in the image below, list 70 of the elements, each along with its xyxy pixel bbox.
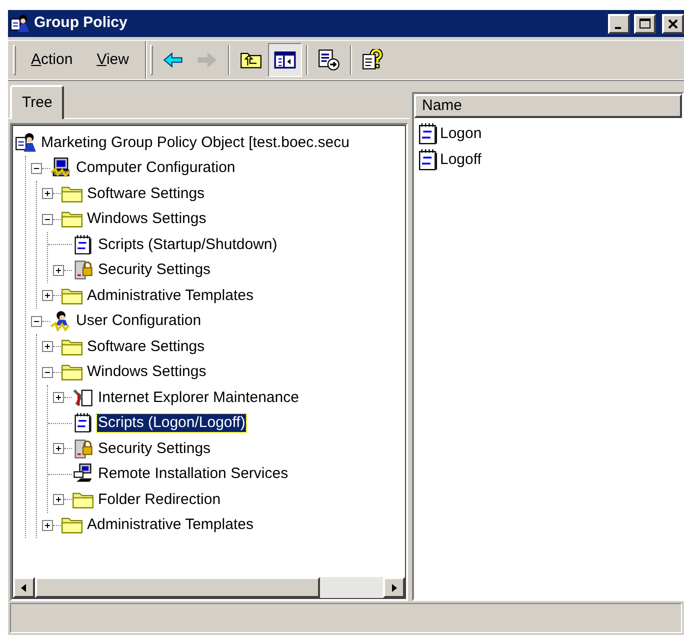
tree-item[interactable]: Windows Settings	[86, 363, 208, 382]
tree-item[interactable]: Administrative Templates	[86, 286, 254, 305]
scroll-thumb[interactable]	[35, 577, 320, 598]
expand-toggle[interactable]	[42, 290, 53, 302]
left-arrow-icon	[20, 582, 28, 592]
expand-toggle[interactable]	[42, 520, 53, 531]
help-icon	[362, 49, 384, 71]
notepad-icon	[416, 122, 440, 146]
expand-toggle[interactable]	[53, 443, 64, 454]
expand-toggle[interactable]	[53, 392, 64, 404]
minimize-icon	[614, 26, 620, 28]
tree-item[interactable]: User Configuration	[75, 312, 202, 330]
plus-icon	[55, 266, 62, 274]
tree-item[interactable]: Scripts (Startup/Shutdown)	[97, 236, 278, 254]
right-arrow-icon	[390, 582, 398, 592]
tree-item[interactable]: Computer Configuration	[75, 159, 236, 178]
tree-item[interactable]: Administrative Templates	[86, 516, 254, 534]
scroll-left-button[interactable]	[13, 577, 35, 598]
scroll-right-button[interactable]	[383, 577, 405, 598]
collapse-toggle[interactable]	[31, 316, 42, 327]
policy-person-icon	[10, 14, 30, 34]
expand-toggle[interactable]	[42, 188, 53, 200]
plus-icon	[55, 445, 62, 452]
tree-item[interactable]: Software Settings	[86, 184, 206, 203]
tree-item[interactable]: Windows Settings	[86, 210, 208, 228]
collapse-toggle[interactable]	[42, 214, 53, 225]
server-lock-icon	[72, 259, 94, 282]
tools-icon	[72, 386, 94, 409]
notepad-icon	[72, 412, 94, 434]
plus-icon	[44, 292, 51, 300]
tree-item[interactable]: Marketing Group Policy Object [test.boec.secu	[40, 134, 350, 152]
plus-icon	[44, 522, 51, 529]
panes-icon	[274, 49, 296, 71]
notepad-icon	[416, 148, 440, 172]
menu-item[interactable]: View	[84, 45, 141, 75]
tree-item[interactable]: Security Settings	[97, 261, 212, 280]
minimize-button[interactable]	[608, 14, 630, 34]
expand-toggle[interactable]	[42, 341, 53, 352]
tree-item[interactable]: Folder Redirection	[97, 490, 222, 509]
server-lock-icon	[72, 438, 94, 460]
tree-item[interactable]: Software Settings	[86, 338, 206, 356]
notepad-icon	[72, 234, 94, 256]
expand-toggle[interactable]	[53, 264, 64, 276]
computer-icon	[50, 157, 72, 180]
collapse-toggle[interactable]	[31, 162, 42, 174]
policy-person-icon	[15, 132, 37, 154]
menu-item[interactable]: Action	[19, 45, 85, 75]
plus-icon	[44, 343, 51, 350]
tree-item[interactable]: Scripts (Logon/Logoff)	[97, 414, 246, 432]
tree-tab[interactable]: Tree	[10, 85, 64, 119]
close-icon	[666, 16, 680, 30]
tree-item[interactable]: Internet Explorer Maintenance	[97, 388, 300, 407]
plus-icon	[55, 394, 62, 402]
close-button[interactable]	[662, 14, 684, 34]
export-list-icon	[318, 49, 340, 71]
maximize-button[interactable]	[634, 14, 656, 34]
person-gear-icon	[50, 310, 72, 332]
horizontal-scrollbar[interactable]	[12, 577, 406, 599]
list-item[interactable]: Logon	[440, 122, 482, 146]
maximize-icon	[638, 16, 652, 30]
tree-item[interactable]: Remote Installation Services	[97, 465, 290, 484]
toolbar-button[interactable]	[268, 43, 302, 77]
plus-icon	[55, 496, 62, 504]
collapse-toggle[interactable]	[42, 366, 53, 378]
window-title: Group Policy	[34, 13, 128, 34]
expand-toggle[interactable]	[53, 494, 64, 506]
column-header[interactable]: Name	[414, 94, 682, 118]
tree-item[interactable]: Security Settings	[97, 440, 212, 458]
plus-icon	[44, 190, 51, 198]
list-item[interactable]: Logoff	[440, 148, 482, 172]
